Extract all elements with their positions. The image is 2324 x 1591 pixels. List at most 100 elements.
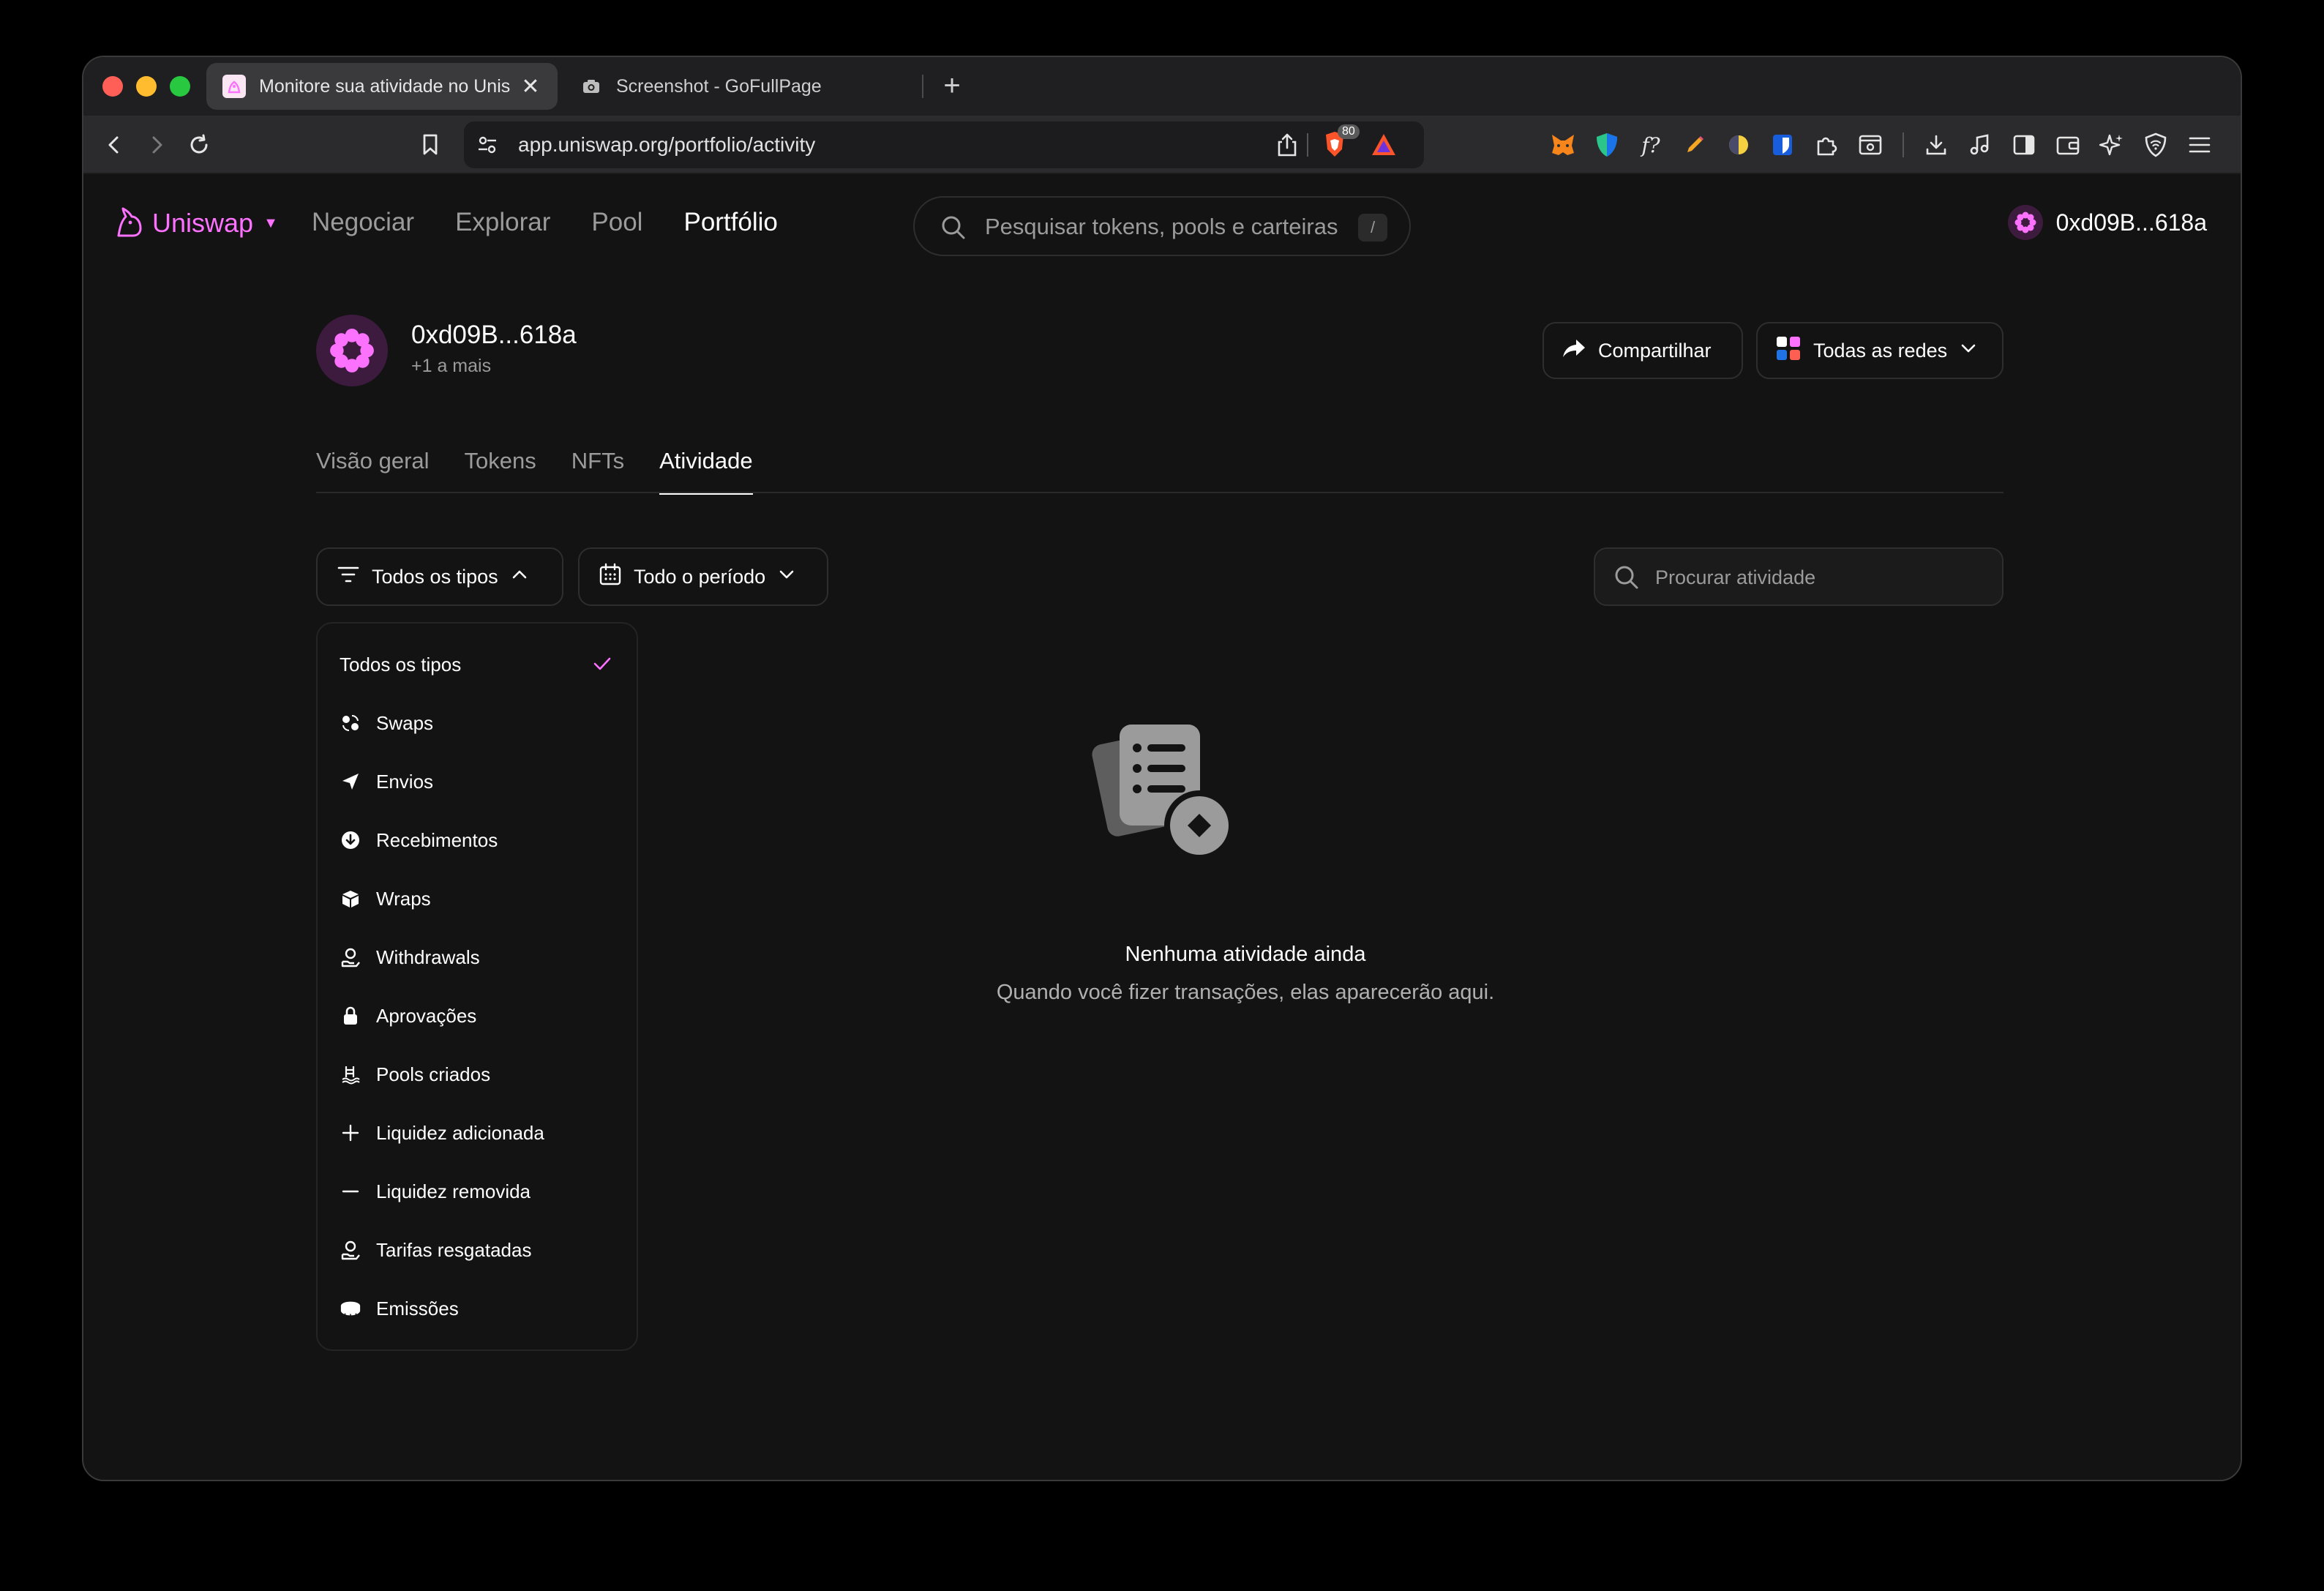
- back-icon[interactable]: [98, 129, 130, 161]
- sidebar-toggle-icon[interactable]: [2008, 129, 2040, 161]
- activity-search-input[interactable]: Procurar atividade: [1594, 547, 2003, 606]
- avatar: [2007, 205, 2043, 240]
- tab-activity[interactable]: Atividade: [659, 448, 753, 495]
- shields-count-badge: 80: [1338, 124, 1360, 139]
- new-tab-button[interactable]: +: [934, 67, 970, 104]
- wallet-icon[interactable]: [2052, 129, 2084, 161]
- dropdown-item-label: Tarifas resgatadas: [376, 1238, 532, 1261]
- period-filter-button[interactable]: Todo o período: [578, 547, 828, 606]
- nav-negociar[interactable]: Negociar: [312, 208, 414, 237]
- check-icon: [593, 656, 612, 675]
- close-window-button[interactable]: [102, 76, 123, 97]
- dropdown-item-label: Wraps: [376, 887, 431, 910]
- account-address: 0xd09B...618a: [2055, 209, 2207, 236]
- network-label: Todas as redes: [1813, 339, 1948, 362]
- bitwarden-icon[interactable]: [1766, 129, 1799, 161]
- tab-tokens[interactable]: Tokens: [465, 448, 536, 495]
- tab-title: Monitore sua atividade no Unis: [259, 75, 511, 97]
- share-label: Compartilhar: [1598, 339, 1712, 362]
- coins-icon: [340, 1298, 361, 1319]
- formula-extension-icon[interactable]: f?: [1635, 129, 1667, 161]
- dropdown-item-label: Recebimentos: [376, 828, 498, 851]
- puzzle-extensions-icon[interactable]: [1810, 129, 1843, 161]
- type-filter-button[interactable]: Todos os tipos: [316, 547, 563, 606]
- dropdown-item-liquidity-removed[interactable]: Liquidez removida: [340, 1169, 531, 1213]
- metamask-icon[interactable]: [1547, 129, 1579, 161]
- dropdown-item-wraps[interactable]: Wraps: [340, 877, 431, 921]
- type-filter-dropdown: Todos os tipos Swaps Envios Recebimentos…: [316, 622, 638, 1351]
- app-content: Uniswap ▼ Negociar Explorar Pool Portfól…: [83, 176, 2241, 1480]
- plus-icon: [340, 1122, 361, 1144]
- dropdown-item-all[interactable]: Todos os tipos: [340, 643, 461, 686]
- network-selector[interactable]: Todas as redes: [1756, 322, 2003, 379]
- dropdown-item-emissions[interactable]: Emissões: [340, 1287, 459, 1330]
- music-icon[interactable]: [1964, 129, 1996, 161]
- account-button[interactable]: 0xd09B...618a: [2007, 205, 2207, 240]
- dropdown-item-label: Swaps: [376, 711, 434, 734]
- browser-tab-gofullpage[interactable]: Screenshot - GoFullPage: [563, 63, 915, 110]
- minimize-window-button[interactable]: [136, 76, 157, 97]
- dropdown-item-label: Withdrawals: [376, 946, 480, 968]
- empty-state-title: Nenhuma atividade ainda: [1125, 943, 1366, 966]
- empty-activity-icon: [1084, 720, 1245, 870]
- tab-nfts[interactable]: NFTs: [571, 448, 624, 495]
- maximize-window-button[interactable]: [170, 76, 190, 97]
- download-icon[interactable]: [1920, 129, 1952, 161]
- screenshot-extension-icon[interactable]: [1854, 129, 1886, 161]
- logo-text: Uniswap: [152, 208, 254, 238]
- reload-icon[interactable]: [183, 129, 215, 161]
- tab-overview[interactable]: Visão geral: [316, 448, 430, 495]
- search-placeholder: Pesquisar tokens, pools e carteiras: [985, 214, 1338, 239]
- dropdown-item-label: Todos os tipos: [340, 653, 462, 675]
- half-moon-extension-icon[interactable]: [1723, 129, 1755, 161]
- search-icon: [1613, 564, 1641, 595]
- minus-icon: [340, 1180, 361, 1202]
- profile-avatar: [316, 315, 388, 386]
- dropdown-item-swaps[interactable]: Swaps: [340, 701, 433, 745]
- uniswap-favicon-icon: [222, 75, 246, 98]
- toolbar-divider: [1903, 132, 1904, 157]
- withdraw-icon: [340, 946, 361, 968]
- brave-rewards-icon[interactable]: [1370, 132, 1398, 162]
- dropdown-item-receives[interactable]: Recebimentos: [340, 818, 498, 862]
- nav-portfolio[interactable]: Portfólio: [683, 208, 777, 237]
- tab-separator: [922, 75, 923, 98]
- vpn-shield-icon[interactable]: [2140, 129, 2172, 161]
- receive-icon: [340, 829, 361, 851]
- bookmark-icon[interactable]: [414, 129, 446, 161]
- menu-icon[interactable]: [2184, 129, 2216, 161]
- profile-more-wallets[interactable]: +1 a mais: [411, 356, 491, 377]
- dropdown-item-approvals[interactable]: Aprovações: [340, 994, 476, 1038]
- pencil-extension-icon[interactable]: [1679, 129, 1711, 161]
- dropdown-item-fees-claimed[interactable]: Tarifas resgatadas: [340, 1228, 531, 1272]
- close-tab-icon[interactable]: ✕: [520, 74, 541, 100]
- site-settings-icon[interactable]: [474, 132, 501, 162]
- dropdown-item-pools-created[interactable]: Pools criados: [340, 1052, 490, 1096]
- pool-icon: [340, 1063, 361, 1085]
- shield-extension-icon[interactable]: [1591, 129, 1623, 161]
- leo-ai-icon[interactable]: [2096, 129, 2128, 161]
- lock-icon: [340, 1005, 361, 1027]
- chevron-up-icon: [510, 565, 529, 589]
- browser-tab-uniswap[interactable]: Monitore sua atividade no Unis ✕: [206, 63, 558, 110]
- extensions-row: f?: [1547, 129, 2216, 161]
- dropdown-item-liquidity-added[interactable]: Liquidez adicionada: [340, 1111, 544, 1155]
- address-bar[interactable]: app.uniswap.org/portfolio/activity 80: [464, 121, 1424, 168]
- activity-search-placeholder: Procurar atividade: [1655, 566, 1816, 588]
- calendar-icon: [599, 563, 622, 591]
- share-button[interactable]: Compartilhar: [1543, 322, 1743, 379]
- nav-explorar[interactable]: Explorar: [455, 208, 550, 237]
- dropdown-item-label: Aprovações: [376, 1004, 477, 1027]
- share-page-icon[interactable]: [1275, 132, 1300, 162]
- caret-down-icon[interactable]: ▼: [263, 215, 278, 232]
- forward-icon[interactable]: [140, 129, 173, 161]
- dropdown-item-withdrawals[interactable]: Withdrawals: [340, 935, 480, 979]
- global-search-input[interactable]: Pesquisar tokens, pools e carteiras /: [913, 196, 1411, 256]
- nav-pool[interactable]: Pool: [591, 208, 642, 237]
- dropdown-item-sends[interactable]: Envios: [340, 760, 433, 804]
- tabs-divider: [316, 492, 2003, 493]
- uniswap-logo[interactable]: Uniswap ▼: [113, 206, 278, 240]
- dropdown-item-label: Emissões: [376, 1297, 459, 1319]
- dropdown-item-label: Envios: [376, 770, 434, 793]
- profile-name[interactable]: 0xd09B...618a: [411, 321, 577, 350]
